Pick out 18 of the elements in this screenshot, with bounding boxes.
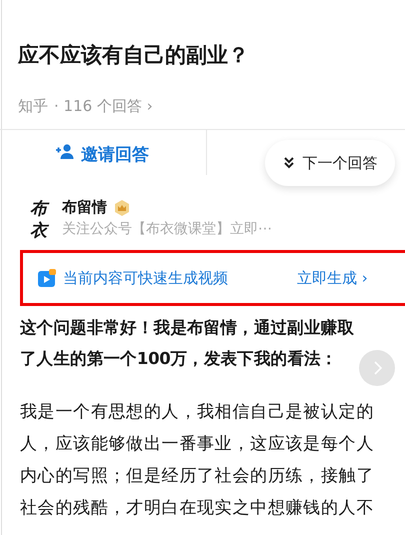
- generate-now-link[interactable]: 立即生成 ›: [297, 268, 368, 288]
- promo-text: 当前内容可快速生成视频: [63, 268, 229, 288]
- chevron-right-icon[interactable]: [359, 350, 395, 386]
- double-chevron-down-icon: [282, 156, 294, 170]
- next-answer-button[interactable]: 下一个回答: [265, 140, 395, 186]
- crown-badge-icon: [113, 198, 131, 216]
- answer-lead-paragraph: 这个问题非常好！我是布留情，通过副业赚取了人生的第一个100万，发表下我的看法：: [20, 317, 356, 370]
- author-name[interactable]: 布留情: [62, 198, 107, 217]
- author-logo: 布衣: [30, 198, 48, 246]
- video-icon: [37, 268, 57, 288]
- source-label: 知乎: [18, 97, 48, 117]
- author-bio: 关注公众号【布衣微课堂】立即⋯: [62, 220, 272, 238]
- add-person-icon: [55, 143, 75, 159]
- answer-count-link[interactable]: · 116 个回答 ›: [54, 97, 153, 119]
- video-promo-banner[interactable]: 当前内容可快速生成视频 立即生成 ›: [20, 250, 405, 306]
- invite-answer-button[interactable]: 邀请回答: [0, 130, 206, 188]
- question-title: 应不应该有自己的副业？: [16, 42, 250, 69]
- answer-body-paragraph: 我是一个有思想的人，我相信自己是被认定的人，应该能够做出一番事业，这应该是每个人内心的写照；但是经历了社会的历练，接触了社会的残酷，才明白在现实之中想赚钱的人不: [20, 401, 375, 520]
